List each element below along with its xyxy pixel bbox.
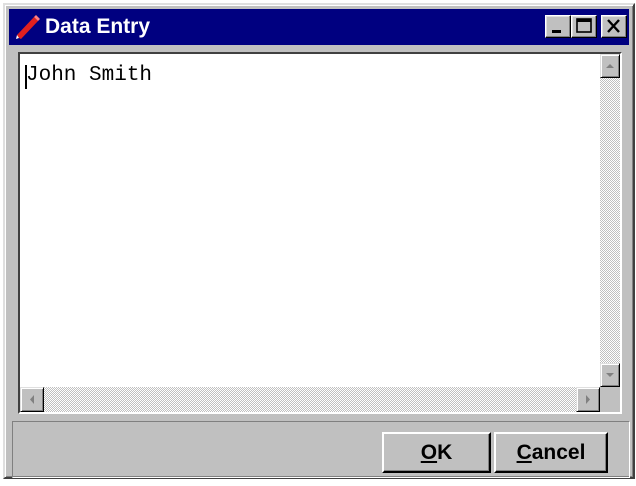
- pencil-icon: [15, 14, 41, 40]
- scroll-down-button[interactable]: [600, 363, 620, 387]
- minimize-button[interactable]: [545, 15, 571, 38]
- text-content: John Smith: [26, 64, 153, 87]
- scroll-left-button[interactable]: [20, 387, 44, 412]
- ok-label-rest: K: [437, 441, 453, 464]
- maximize-button[interactable]: [571, 15, 597, 38]
- ok-mnemonic: O: [420, 441, 438, 464]
- scroll-right-button[interactable]: [576, 387, 600, 412]
- ok-button[interactable]: OK: [382, 432, 491, 473]
- button-panel: OK Cancel: [12, 421, 630, 478]
- close-button[interactable]: [601, 15, 627, 38]
- title-bar[interactable]: Data Entry: [9, 9, 629, 45]
- horizontal-scrollbar[interactable]: [20, 387, 600, 412]
- cancel-label-rest: ancel: [531, 441, 586, 464]
- cancel-button[interactable]: Cancel: [494, 432, 608, 473]
- window-title: Data Entry: [45, 15, 151, 38]
- vertical-scrollbar[interactable]: [600, 54, 620, 387]
- scroll-up-button[interactable]: [600, 54, 620, 78]
- text-editor[interactable]: John Smith: [18, 52, 622, 414]
- cancel-mnemonic: C: [516, 441, 532, 464]
- text-area[interactable]: John Smith: [20, 54, 600, 387]
- text-caret: [25, 65, 27, 89]
- scrollbar-corner: [600, 387, 620, 412]
- data-entry-window: Data Entry John Smith OK Cancel: [3, 3, 635, 479]
